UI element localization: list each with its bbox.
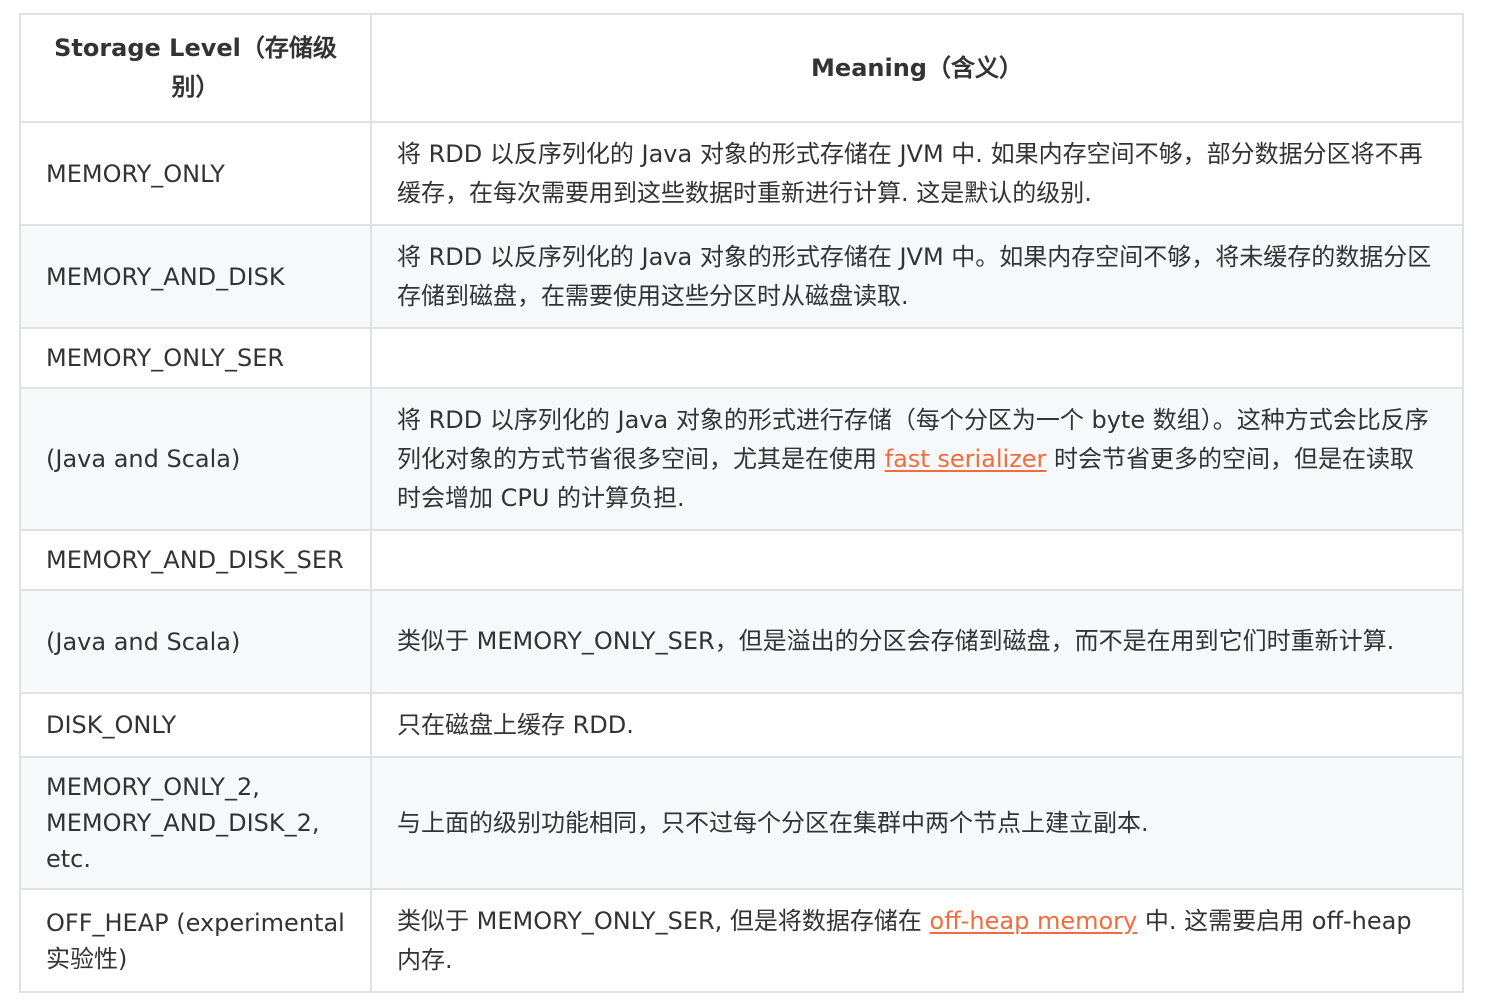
meaning-cell: 只在磁盘上缓存 RDD. [370,692,1464,758]
table-row: MEMORY_ONLY 将 RDD 以反序列化的 Java 对象的形式存储在 J… [19,121,1464,226]
meaning-cell: 与上面的级别功能相同，只不过每个分区在集群中两个节点上建立副本. [370,756,1464,890]
storage-level-line: MEMORY_ONLY_2, [46,773,260,801]
storage-level-line: etc. [46,845,91,873]
meaning-cell: 将 RDD 以序列化的 Java 对象的形式进行存储（每个分区为一个 byte … [370,387,1464,531]
storage-level-table-container: Storage Level（存储级别） Meaning（含义） MEMORY_O… [19,13,1464,993]
storage-level-cell: MEMORY_ONLY_SER [19,327,372,389]
header-meaning: Meaning（含义） [370,13,1464,123]
storage-level-cell: (Java and Scala) [19,589,372,694]
table-row: MEMORY_AND_DISK_SER [19,529,1464,591]
storage-level-cell: DISK_ONLY [19,692,372,758]
table-row: MEMORY_ONLY_SER [19,327,1464,389]
meaning-cell: 类似于 MEMORY_ONLY_SER，但是溢出的分区会存储到磁盘，而不是在用到… [370,589,1464,694]
meaning-cell: 将 RDD 以反序列化的 Java 对象的形式存储在 JVM 中. 如果内存空间… [370,121,1464,226]
meaning-cell [370,529,1464,591]
storage-level-cell: OFF_HEAP (experimental 实验性) [19,888,372,993]
storage-level-cell: MEMORY_AND_DISK [19,224,372,329]
storage-level-table: Storage Level（存储级别） Meaning（含义） MEMORY_O… [19,13,1464,993]
table-row: MEMORY_ONLY_2, MEMORY_AND_DISK_2, etc. 与上面… [19,756,1464,890]
table-row: OFF_HEAP (experimental 实验性) 类似于 MEMORY_O… [19,888,1464,993]
table-row: MEMORY_AND_DISK 将 RDD 以反序列化的 Java 对象的形式存… [19,224,1464,329]
meaning-cell: 将 RDD 以反序列化的 Java 对象的形式存储在 JVM 中。如果内存空间不… [370,224,1464,329]
off-heap-memory-link[interactable]: off-heap memory [930,907,1138,935]
storage-level-line: MEMORY_AND_DISK_2, [46,809,320,837]
header-storage-level: Storage Level（存储级别） [19,13,372,123]
table-row: (Java and Scala) 类似于 MEMORY_ONLY_SER，但是溢… [19,589,1464,694]
storage-level-cell: MEMORY_AND_DISK_SER [19,529,372,591]
storage-level-cell: MEMORY_ONLY [19,121,372,226]
table-row: (Java and Scala) 将 RDD 以序列化的 Java 对象的形式进… [19,387,1464,531]
meaning-cell [370,327,1464,389]
meaning-text: 类似于 MEMORY_ONLY_SER, 但是将数据存储在 [397,906,930,935]
storage-level-cell: (Java and Scala) [19,387,372,531]
table-row: DISK_ONLY 只在磁盘上缓存 RDD. [19,692,1464,758]
storage-level-cell: MEMORY_ONLY_2, MEMORY_AND_DISK_2, etc. [19,756,372,890]
table-header-row: Storage Level（存储级别） Meaning（含义） [19,13,1464,123]
meaning-cell: 类似于 MEMORY_ONLY_SER, 但是将数据存储在 off-heap m… [370,888,1464,993]
fast-serializer-link[interactable]: fast serializer [885,445,1047,473]
